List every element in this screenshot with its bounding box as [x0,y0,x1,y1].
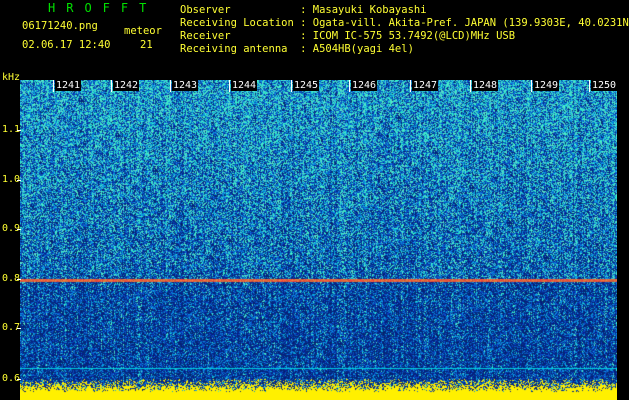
x-axis-label: 1247 [412,80,439,91]
x-axis-tick [229,80,230,92]
y-axis-tick [17,379,21,380]
y-axis-tick [17,229,21,230]
header-panel: HROFFT 06171240.png meteor 02.06.17 12:4… [0,0,629,78]
y-axis-tick [17,130,21,131]
info-row-antenna: Receiving antenna : A504HB(yagi 4el) [180,43,629,56]
meteor-count: 21 [140,39,153,51]
y-axis-tick [17,279,21,280]
x-axis-tick [111,80,112,92]
info-row-location: Receiving Location : Ogata-vill. Akita-P… [180,17,629,30]
info-label: Receiving antenna [180,43,301,55]
axis-unit: kHz [2,72,21,83]
x-axis-tick [53,80,54,92]
x-axis-label: 1248 [472,80,499,91]
datetime-label: 02.06.17 12:40 [22,39,111,51]
x-axis-label: 1246 [351,80,378,91]
x-axis-tick [170,80,171,92]
x-axis-tick [589,80,590,92]
x-axis-tick [349,80,350,92]
info-label: Receiving Location [180,17,301,29]
x-axis-label: 1243 [172,80,199,91]
spectrogram [20,80,617,400]
info-row-receiver: Receiver : ICOM IC-575 53.7492(@LCD)MHz … [180,30,629,43]
info-label: Observer [180,4,301,16]
info-row-observer: Observer : Masayuki Kobayashi [180,4,629,17]
x-axis-label: 1250 [591,80,618,91]
app-brand: HROFFT [48,1,158,15]
info-value: : ICOM IC-575 53.7492(@LCD)MHz USB [300,30,516,42]
x-axis-tick [291,80,292,92]
x-axis-label: 1244 [231,80,258,91]
x-axis-tick [531,80,532,92]
filename-label: 06171240.png [22,20,98,32]
info-label: Receiver [180,30,301,42]
x-axis-label: 1241 [55,80,82,91]
x-axis-label: 1242 [113,80,140,91]
x-axis-label: 1245 [293,80,320,91]
x-axis-label: 1249 [533,80,560,91]
meteor-label: meteor [124,25,162,37]
y-axis-tick [17,180,21,181]
info-value: : A504HB(yagi 4el) [300,43,414,55]
info-value: : Ogata-vill. Akita-Pref. JAPAN (139.930… [300,17,629,29]
station-info: Observer : Masayuki Kobayashi Receiving … [180,4,629,56]
info-value: : Masayuki Kobayashi [300,4,427,16]
x-axis-tick [410,80,411,92]
x-axis-tick [470,80,471,92]
y-axis-tick [17,328,21,329]
